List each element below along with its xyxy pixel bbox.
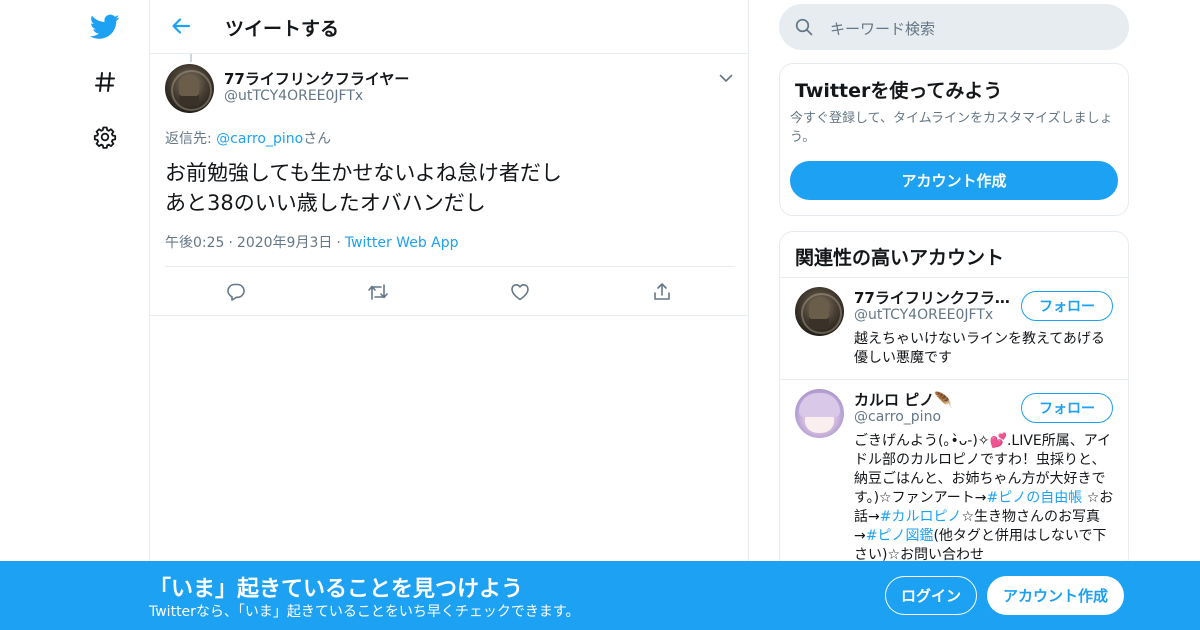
reply-user-link[interactable]: @carro_pino bbox=[216, 131, 303, 147]
search-icon bbox=[795, 18, 813, 40]
main-column: ツイートする 77ライフリンクフライヤー @utTCY4OREE0JFTx 返信… bbox=[149, 0, 749, 630]
signup-card-title: Twitterを使ってみよう bbox=[795, 80, 1003, 102]
related-account[interactable]: 77ライフリンクフライヤー @utTCY4OREE0JFTx フォロー 越えちゃ… bbox=[780, 277, 1128, 379]
hashtag-link[interactable]: #カルロピノ bbox=[880, 509, 962, 525]
banner-subtitle: Twitterなら、「いま」起きていることをいち早くチェックできます。 bbox=[149, 604, 580, 620]
page-header: ツイートする bbox=[150, 0, 748, 54]
retweet-icon[interactable] bbox=[365, 279, 391, 305]
signup-card: Twitterを使ってみよう 今すぐ登録して、タイムラインをカスタマイズしましょ… bbox=[779, 63, 1129, 216]
avatar[interactable] bbox=[795, 287, 844, 336]
tweet-text-line: お前勉強しても生かせないよね怠け者だし bbox=[165, 161, 562, 185]
account-bio: 越えちゃいけないラインを教えてあげる優しい悪魔です bbox=[854, 331, 1105, 366]
account-handle[interactable]: @utTCY4OREE0JFTx bbox=[854, 307, 993, 323]
reply-suffix: さん bbox=[303, 131, 332, 147]
banner-create-account-button[interactable]: アカウント作成 bbox=[987, 576, 1124, 615]
account-bio: ごきげんよう(｡•̀ᴗ-)✧💕.LIVE所属、アイドル部のカルロピノですわ！虫採… bbox=[854, 432, 1116, 565]
tweet-detail: 77ライフリンクフライヤー @utTCY4OREE0JFTx 返信先: @car… bbox=[150, 54, 748, 316]
avatar[interactable] bbox=[165, 64, 214, 113]
hashtag-link[interactable]: #ピノの自由帳 bbox=[987, 490, 1083, 506]
back-arrow-icon[interactable] bbox=[168, 13, 194, 39]
tweet-time[interactable]: 午後0:25 bbox=[165, 235, 224, 251]
tweet-text-line: あと38のいい歳したオバハンだし bbox=[165, 191, 486, 215]
search-input[interactable]: キーワード検索 bbox=[779, 4, 1129, 50]
related-accounts-card: 関連性の高いアカウント 77ライフリンクフライヤー @utTCY4OREE0JF… bbox=[779, 231, 1129, 571]
meta-separator: · bbox=[228, 235, 233, 251]
reply-to-line: 返信先: @carro_pinoさん bbox=[165, 128, 331, 148]
related-account[interactable]: カルロ ピノ🪶 @carro_pino フォロー ごきげんよう(｡•̀ᴗ-)✧💕… bbox=[780, 379, 1128, 570]
page-title: ツイートする bbox=[225, 18, 340, 40]
tweet-meta: 午後0:25 · 2020年9月3日 · Twitter Web App bbox=[165, 232, 459, 252]
tweet-author-name[interactable]: 77ライフリンクフライヤー bbox=[224, 68, 409, 89]
related-accounts-title: 関連性の高いアカウント bbox=[795, 247, 1005, 269]
twitter-bird-icon[interactable] bbox=[88, 10, 122, 44]
follow-button[interactable]: フォロー bbox=[1021, 291, 1113, 321]
left-nav bbox=[0, 0, 150, 630]
tweet-source[interactable]: Twitter Web App bbox=[345, 235, 459, 251]
gear-icon[interactable] bbox=[88, 120, 122, 154]
hashtag-icon[interactable] bbox=[88, 65, 122, 99]
tweet-actions bbox=[165, 266, 735, 315]
account-name[interactable]: カルロ ピノ🪶 bbox=[854, 389, 1014, 410]
tweet-author-handle[interactable]: @utTCY4OREE0JFTx bbox=[224, 88, 363, 104]
thread-line bbox=[190, 54, 192, 62]
tweet-text: お前勉強しても生かせないよね怠け者だし あと38のいい歳したオバハンだし bbox=[165, 158, 725, 218]
meta-separator: · bbox=[336, 235, 341, 251]
reply-icon[interactable] bbox=[223, 279, 249, 305]
account-name[interactable]: 77ライフリンクフライヤー bbox=[854, 287, 1014, 308]
tweet-date[interactable]: 2020年9月3日 bbox=[237, 235, 332, 251]
signup-banner: 「いま」起きていることを見つけよう Twitterなら、「いま」起きていることを… bbox=[0, 561, 1200, 630]
login-button[interactable]: ログイン bbox=[885, 576, 977, 615]
banner-title: 「いま」起きていることを見つけよう bbox=[149, 577, 524, 602]
search-placeholder: キーワード検索 bbox=[830, 20, 936, 38]
share-icon[interactable] bbox=[649, 279, 675, 305]
like-icon[interactable] bbox=[507, 279, 533, 305]
follow-button[interactable]: フォロー bbox=[1021, 393, 1113, 423]
create-account-button[interactable]: アカウント作成 bbox=[790, 161, 1118, 200]
account-handle[interactable]: @carro_pino bbox=[854, 409, 941, 425]
reply-prefix: 返信先: bbox=[165, 131, 217, 147]
signup-card-description: 今すぐ登録して、タイムラインをカスタマイズしましょう。 bbox=[790, 111, 1113, 145]
chevron-down-icon[interactable] bbox=[716, 68, 736, 88]
hashtag-link[interactable]: #ピノ図鑑 bbox=[866, 528, 934, 544]
avatar[interactable] bbox=[795, 389, 844, 438]
